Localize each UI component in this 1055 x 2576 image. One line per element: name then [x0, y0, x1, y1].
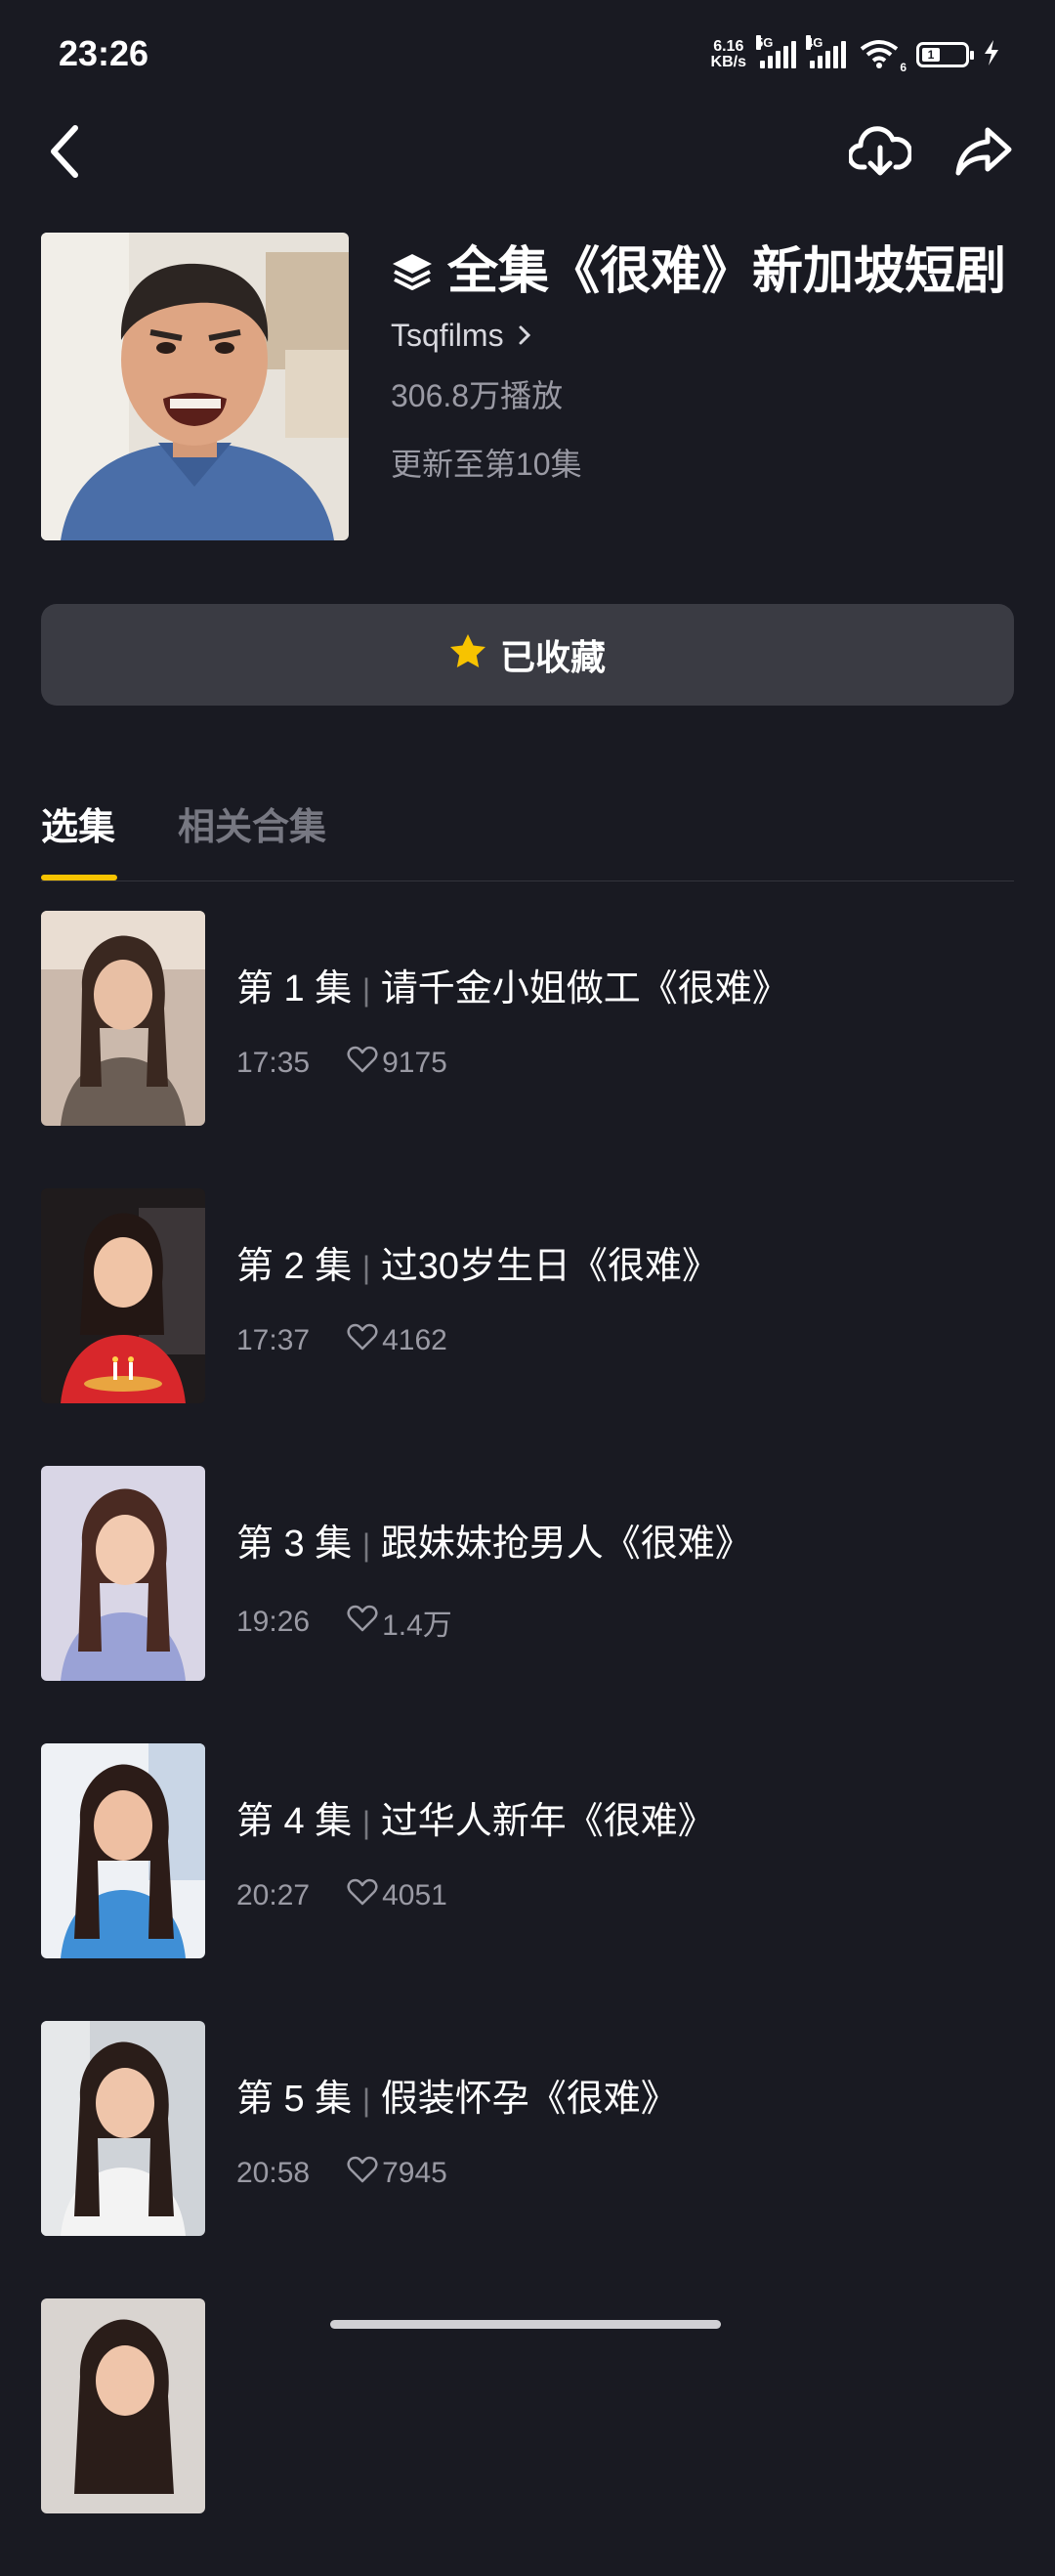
- tab-episodes[interactable]: 选集: [41, 796, 115, 850]
- chevron-right-icon: [518, 318, 531, 354]
- episode-duration: 20:27: [236, 1879, 311, 1911]
- episode-thumbnail: [41, 1466, 205, 1681]
- series-info: 全集《很难》新加坡短剧 Tsqfilms 306.8万播放 更新至第10集: [391, 233, 1016, 485]
- episode-item[interactable]: 第 5 集 | 假装怀孕《很难》 20:58 7945: [41, 2021, 1018, 2298]
- back-icon[interactable]: [39, 117, 88, 186]
- episode-meta: 17:37 4162: [236, 1323, 447, 1358]
- episode-thumbnail: [41, 911, 205, 1126]
- cloud-download-icon[interactable]: [846, 117, 914, 186]
- episode-thumbnail: [41, 2298, 205, 2513]
- series-title: 全集《很难》新加坡短剧: [391, 233, 1016, 314]
- episode-duration: 17:35: [236, 1047, 311, 1079]
- episode-meta: 20:58 7945: [236, 2156, 447, 2191]
- collect-button[interactable]: 已收藏: [41, 604, 1014, 706]
- episode-duration: 20:58: [236, 2157, 311, 2189]
- episode-item-partial[interactable]: [41, 2298, 1018, 2576]
- episode-duration: 19:26: [236, 1606, 311, 1638]
- episode-title: 第 5 集 | 假装怀孕《很难》: [236, 2079, 678, 2120]
- episode-likes: 9175: [347, 1046, 447, 1081]
- series-cover-image[interactable]: [41, 233, 349, 540]
- share-arrow-icon[interactable]: [950, 117, 1018, 186]
- battery-icon: 1: [916, 42, 974, 67]
- home-indicator[interactable]: [330, 2320, 721, 2329]
- signal-5g-icon: 5G: [756, 35, 796, 68]
- episode-thumbnail: [41, 1743, 205, 1958]
- episode-meta: 19:26 1.4万: [236, 1601, 452, 1644]
- tab-related-collections[interactable]: 相关合集: [178, 796, 326, 850]
- heart-icon: [347, 1046, 378, 1081]
- episode-item[interactable]: 第 3 集 | 跟妹妹抢男人《很难》 19:26 1.4万: [41, 1466, 1018, 1743]
- episode-likes: 4162: [347, 1323, 447, 1358]
- status-bar: 23:26 6.16 KB/s 5G 4G 6 1: [0, 0, 1055, 112]
- heart-icon: [347, 1323, 378, 1358]
- heart-icon: [347, 1605, 378, 1640]
- status-icons: 6.16 KB/s 5G 4G 6 1: [711, 35, 1000, 74]
- heart-icon: [347, 1878, 378, 1913]
- charging-icon: [983, 39, 1000, 70]
- episode-item[interactable]: 第 1 集 | 请千金小姐做工《很难》 17:35 9175: [41, 911, 1018, 1188]
- episode-title: 第 2 集 | 过30岁生日《很难》: [236, 1246, 719, 1287]
- signal-4g-icon: 4G: [806, 35, 846, 68]
- episode-title: 第 4 集 | 过华人新年《很难》: [236, 1801, 715, 1842]
- episode-item[interactable]: 第 4 集 | 过华人新年《很难》 20:27 4051: [41, 1743, 1018, 2021]
- episode-likes: 7945: [347, 2156, 447, 2191]
- network-speed: 6.16 KB/s: [710, 38, 746, 70]
- active-tab-indicator: [41, 875, 117, 880]
- play-count: 306.8万播放: [391, 378, 564, 414]
- episode-thumbnail: [41, 1188, 205, 1403]
- update-status: 更新至第10集: [391, 447, 582, 483]
- episode-thumbnail: [41, 2021, 205, 2236]
- author-link[interactable]: Tsqfilms: [391, 318, 1016, 354]
- series-header: 全集《很难》新加坡短剧 Tsqfilms 306.8万播放 更新至第10集: [41, 233, 1018, 565]
- episode-title: 第 1 集 | 请千金小姐做工《很难》: [236, 968, 789, 1009]
- episode-item[interactable]: 第 2 集 | 过30岁生日《很难》 17:37 4162: [41, 1188, 1018, 1466]
- episode-likes: 1.4万: [347, 1601, 452, 1644]
- episode-meta: 17:35 9175: [236, 1046, 447, 1081]
- tab-bar: 选集 相关合集: [41, 796, 1014, 881]
- top-nav: [0, 117, 1055, 186]
- episode-likes: 4051: [347, 1878, 447, 1913]
- episode-meta: 20:27 4051: [236, 1878, 447, 1913]
- star-icon: [449, 633, 486, 677]
- heart-icon: [347, 2156, 378, 2191]
- episode-title: 第 3 集 | 跟妹妹抢男人《很难》: [236, 1524, 752, 1565]
- wifi-icon: 6: [860, 39, 907, 74]
- collection-stack-icon: [391, 236, 434, 314]
- clock: 23:26: [59, 33, 149, 73]
- episode-duration: 17:37: [236, 1324, 311, 1356]
